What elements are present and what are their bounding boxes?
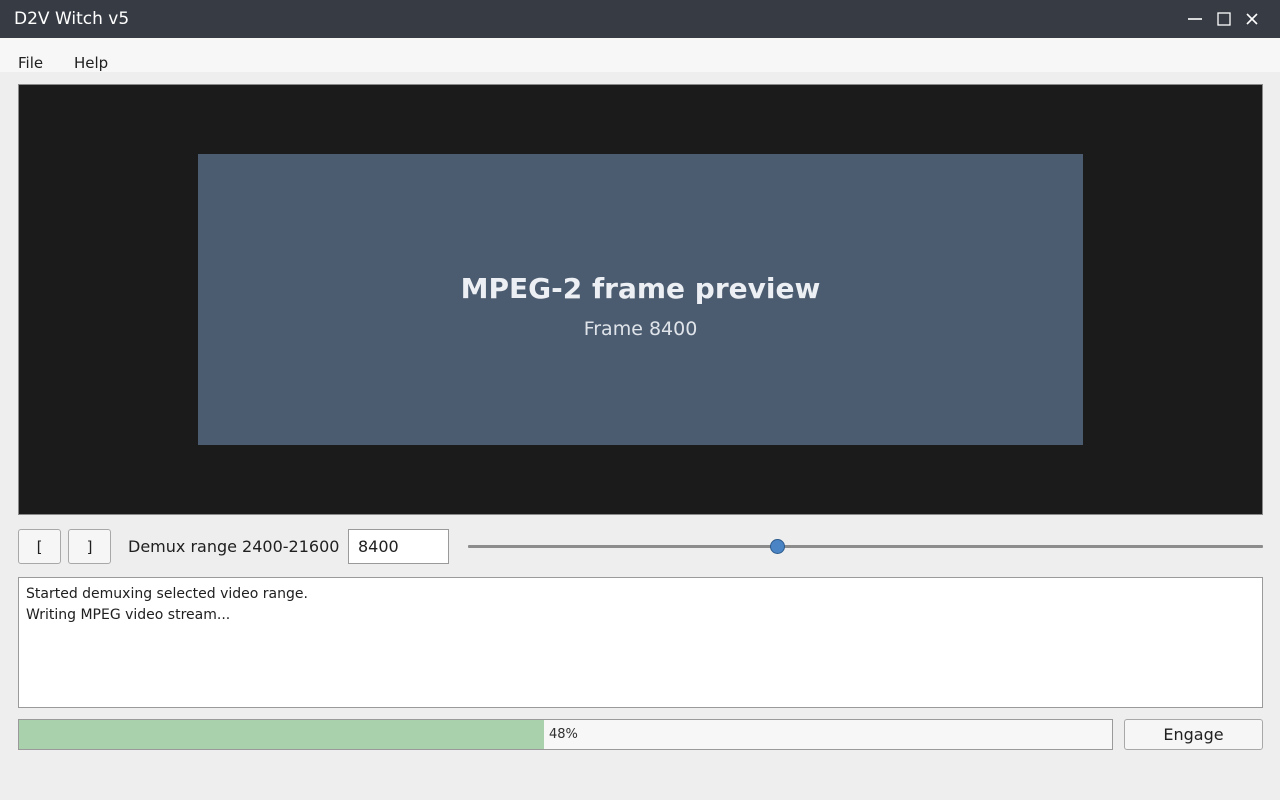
- log-line: Started demuxing selected video range.: [26, 586, 308, 602]
- set-range-start-button[interactable]: [: [18, 529, 61, 564]
- window-title: D2V Witch v5: [14, 9, 130, 29]
- close-icon[interactable]: [1240, 7, 1264, 31]
- engage-button[interactable]: Engage: [1124, 719, 1263, 750]
- log-line: Writing MPEG video stream...: [26, 607, 231, 623]
- progress-fill: [19, 720, 544, 749]
- video-preview: MPEG-2 frame preview Frame 8400: [18, 84, 1263, 515]
- frame-number-label: Frame 8400: [583, 318, 698, 340]
- demux-range-label: Demux range 2400-21600: [128, 537, 340, 556]
- set-range-end-button[interactable]: ]: [68, 529, 111, 564]
- progress-label: 48%: [549, 727, 578, 742]
- menu-bar: File Help: [0, 38, 1280, 72]
- minimize-icon[interactable]: [1183, 7, 1207, 31]
- frame-slider[interactable]: [468, 536, 1263, 556]
- frame-preview-image: MPEG-2 frame preview Frame 8400: [198, 154, 1083, 445]
- slider-track[interactable]: [468, 545, 1263, 548]
- menu-file[interactable]: File: [18, 54, 43, 72]
- log-output[interactable]: Started demuxing selected video range. W…: [18, 577, 1263, 708]
- progress-bar: 48%: [18, 719, 1113, 750]
- slider-handle[interactable]: [770, 539, 786, 554]
- frame-preview-title: MPEG-2 frame preview: [460, 272, 821, 305]
- maximize-icon[interactable]: [1212, 7, 1236, 31]
- frame-number-input[interactable]: [348, 529, 449, 564]
- menu-help[interactable]: Help: [74, 54, 108, 72]
- title-bar: D2V Witch v5: [0, 0, 1280, 38]
